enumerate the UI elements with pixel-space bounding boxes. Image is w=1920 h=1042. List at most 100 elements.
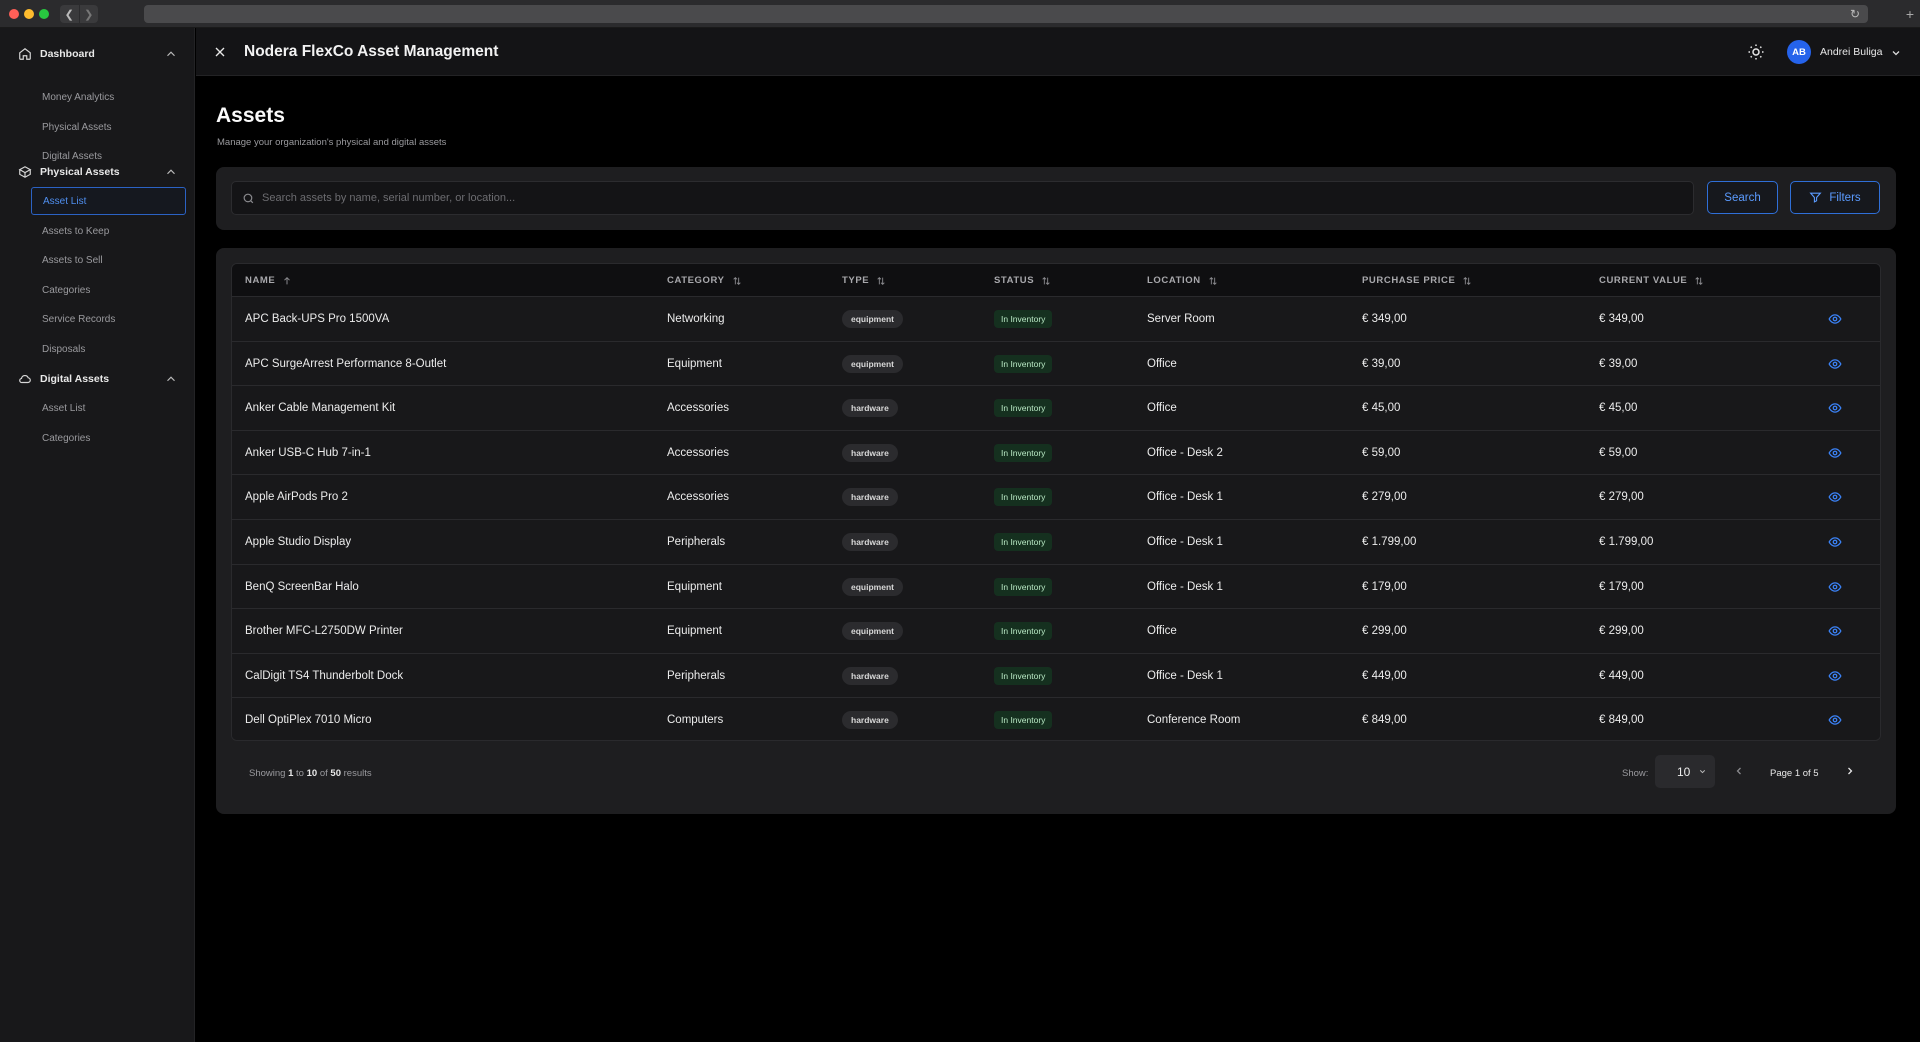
avatar[interactable]: AB [1787,40,1811,64]
plus-icon[interactable]: + [1906,6,1914,22]
column-header-current-value[interactable]: CURRENT VALUE [1599,264,1704,297]
sidebar-item-asset-list[interactable]: Asset List [31,187,186,215]
table-row[interactable]: CalDigit TS4 Thunderbolt Dock Peripherals… [232,653,1880,699]
column-header-name[interactable]: NAME [245,264,292,297]
sidebar-section-digital-assets[interactable]: Digital Assets [18,369,178,389]
cell-type: hardware [842,475,898,519]
cell-location: Server Room [1147,313,1215,325]
cell-category: Equipment [667,580,722,593]
view-button[interactable] [1828,475,1842,519]
cell-name: Anker USB-C Hub 7-in-1 [245,446,371,459]
filters-button[interactable]: Filters [1790,181,1880,214]
cell-name: APC Back-UPS Pro 1500VA [245,313,390,325]
window-minimize-button[interactable] [24,9,34,19]
view-button[interactable] [1828,698,1842,740]
view-button[interactable] [1828,386,1842,430]
column-header-label: PURCHASE PRICE [1362,275,1456,286]
sidebar-item-physical-assets-dashboard[interactable]: Physical Assets [31,113,186,141]
sidebar-item-digital-categories[interactable]: Categories [31,424,186,452]
sidebar-item-digital-asset-list[interactable]: Asset List [31,394,186,422]
table-row[interactable]: BenQ ScreenBar Halo Equipment equipment In … [232,564,1880,610]
search-panel: Search Filters [216,167,1896,230]
view-button[interactable] [1828,565,1842,609]
table-row[interactable]: Anker Cable Management Kit Accessories har… [232,386,1880,431]
next-page-button[interactable] [1844,764,1856,776]
view-button[interactable] [1828,520,1842,564]
cell-current-value: € 349,00 [1599,313,1644,325]
table-row[interactable]: Apple AirPods Pro 2 Accessories hardware In… [232,475,1880,520]
sidebar-item-assets-to-sell[interactable]: Assets to Sell [31,246,186,274]
chevron-up-icon[interactable] [164,165,178,179]
sidebar-item-service-records[interactable]: Service Records [31,305,186,333]
search-input[interactable] [262,182,1682,214]
search-field[interactable] [231,181,1694,215]
to-word: to [296,768,304,779]
table-row[interactable]: Dell OptiPlex 7010 Micro Computers hardwar… [232,698,1880,740]
column-header-label: LOCATION [1147,275,1201,286]
previous-page-button[interactable] [1733,764,1745,776]
sort-icon [877,276,885,285]
type-badge: equipment [842,622,903,641]
column-header-type[interactable]: TYPE [842,264,886,297]
sidebar-item-money-analytics[interactable]: Money Analytics [31,83,186,111]
type-badge: equipment [842,310,903,328]
sun-icon[interactable] [1747,43,1765,61]
cell-category: Peripherals [667,536,726,548]
view-button[interactable] [1828,342,1842,386]
reload-icon[interactable]: ↻ [1850,7,1860,21]
sidebar-section-physical-assets[interactable]: Physical Assets [18,162,178,182]
search-button[interactable]: Search [1707,181,1778,214]
table-row[interactable]: APC Back-UPS Pro 1500VA Networking equipme… [232,297,1880,342]
column-header-category[interactable]: CATEGORY [667,264,742,297]
window-maximize-button[interactable] [39,9,49,19]
table-row[interactable]: APC SurgeArrest Performance 8-Outlet Equi… [232,341,1880,387]
column-header-label: CATEGORY [667,275,725,286]
type-badge: equipment [842,354,903,373]
column-header-status[interactable]: STATUS [994,264,1051,297]
view-button[interactable] [1828,654,1842,698]
app-title: Nodera FlexCo Asset Management [244,43,499,60]
view-button[interactable] [1828,431,1842,475]
chevron-up-icon[interactable] [164,372,178,386]
cell-purchase-price: € 299,00 [1362,625,1407,638]
page-indicator: Page 1 of 5 [1770,768,1819,779]
eye-icon [1828,448,1842,458]
sidebar-section-label: Physical Assets [40,166,120,178]
user-name[interactable]: Andrei Buliga [1820,46,1882,58]
forward-arrow-icon[interactable]: ❯ [78,5,99,23]
sidebar-section-dashboard[interactable]: Dashboard [18,44,178,64]
sidebar-item-disposals[interactable]: Disposals [31,335,186,363]
cell-status: In Inventory [994,431,1053,475]
table-row[interactable]: Anker USB-C Hub 7-in-1 Accessories hardwar… [232,430,1880,476]
table-row[interactable]: Apple Studio Display Peripherals hardware I… [232,520,1880,565]
type-badge: hardware [842,399,898,418]
window-close-button[interactable] [9,9,19,19]
column-header-purchase-price[interactable]: PURCHASE PRICE [1362,264,1472,297]
sidebar-section-label: Dashboard [40,48,95,60]
status-badge: In Inventory [994,666,1053,685]
cell-name: Apple Studio Display [245,536,352,548]
page-size-select[interactable]: 10 [1655,755,1715,788]
table-row[interactable]: Brother MFC-L2750DW Printer Equipment equi… [232,609,1880,654]
eye-icon [1828,403,1842,413]
status-badge: In Inventory [994,533,1053,551]
page-size-value: 10 [1677,764,1691,779]
chevron-down-icon[interactable] [1890,46,1902,58]
cell-name: Dell OptiPlex 7010 Micro [245,714,372,727]
home-icon [18,47,32,61]
view-button[interactable] [1828,609,1842,653]
results-word: results [343,768,372,779]
sidebar-item-categories[interactable]: Categories [31,276,186,304]
cell-name: APC SurgeArrest Performance 8-Outlet [245,357,447,370]
close-icon[interactable] [212,44,228,60]
status-badge: In Inventory [994,577,1053,596]
eye-icon [1828,358,1842,369]
view-button[interactable] [1828,297,1842,341]
cell-location: Office - Desk 1 [1147,669,1223,682]
chevron-up-icon[interactable] [164,47,178,61]
address-bar[interactable]: ↻ [144,5,1868,23]
sidebar-item-assets-to-keep[interactable]: Assets to Keep [31,217,186,245]
sidebar-section-label: Digital Assets [40,373,110,385]
column-header-location[interactable]: LOCATION [1147,264,1218,297]
back-arrow-icon[interactable]: ❮ [60,5,79,23]
